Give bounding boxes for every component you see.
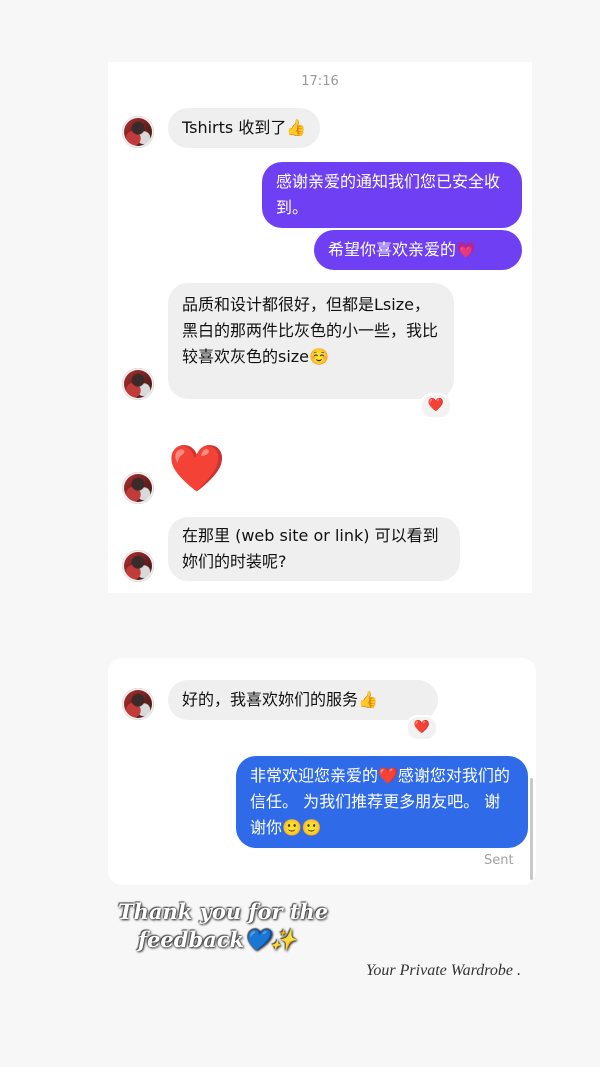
avatar[interactable] xyxy=(122,116,154,148)
thanks-caption-line-1: Thank you for the xyxy=(118,899,329,924)
message-incoming[interactable]: 品质和设计都很好，但都是Lsize，黑白的那两件比灰色的小一些，我比较喜欢灰色的… xyxy=(168,283,454,399)
scrollbar[interactable] xyxy=(530,778,533,880)
message-outgoing[interactable]: 非常欢迎您亲爱的❤️感谢您对我们的信任。 为我们推荐更多朋友吧。 谢谢你🙂🙂 xyxy=(236,756,528,848)
message-incoming[interactable]: 在那里 (web site or link) 可以看到妳们的时装呢? xyxy=(168,517,460,581)
heart-message-icon[interactable]: ❤️ xyxy=(168,440,225,496)
avatar[interactable] xyxy=(122,688,154,720)
timestamp: 17:16 xyxy=(301,74,339,89)
message-outgoing[interactable]: 希望你喜欢亲爱的💗 xyxy=(314,230,522,270)
heart-reaction-icon[interactable]: ❤️ xyxy=(420,393,452,419)
message-outgoing[interactable]: 感谢亲爱的通知我们您已安全收到。 xyxy=(262,162,522,228)
message-incoming[interactable]: 好的，我喜欢妳们的服务👍 xyxy=(168,680,438,720)
thanks-caption-line-2: feedback💙✨ xyxy=(138,927,297,952)
avatar[interactable] xyxy=(122,472,154,504)
avatar[interactable] xyxy=(122,368,154,400)
avatar[interactable] xyxy=(122,550,154,582)
message-incoming[interactable]: Tshirts 收到了👍 xyxy=(168,108,321,148)
heart-reaction-icon[interactable]: ❤️ xyxy=(406,715,438,741)
brand-signature: Your Private Wardrobe . xyxy=(366,962,521,979)
sent-status: Sent xyxy=(484,853,514,868)
